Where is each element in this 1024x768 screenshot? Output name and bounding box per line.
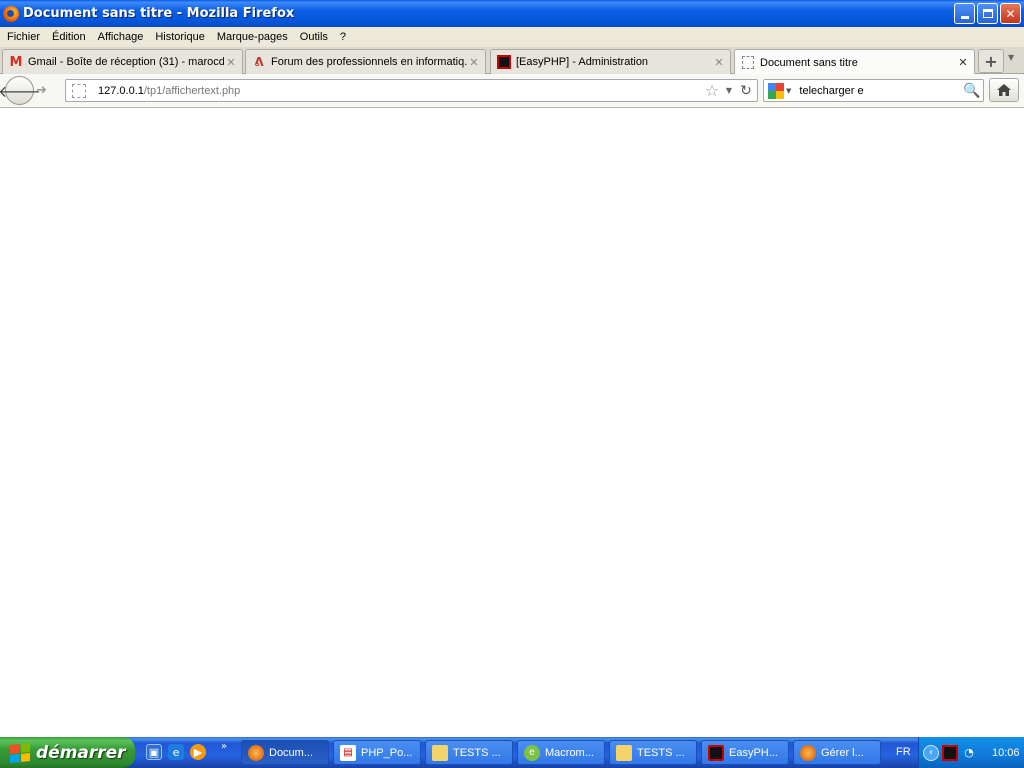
window-controls: ✕ xyxy=(954,3,1021,24)
navigation-toolbar: 🡐 ➜ 127.0.0.1/tp1/affichertext.php ☆ ▼ ↻… xyxy=(0,74,1024,108)
tab-label: [EasyPHP] - Administration xyxy=(516,56,649,68)
page-content[interactable] xyxy=(0,109,1024,737)
url-path: /tp1/affichertext.php xyxy=(143,84,241,97)
quick-launch-more-icon[interactable]: » xyxy=(221,741,227,752)
firefox-icon xyxy=(800,744,816,761)
tab-label: Gmail - Boîte de réception (31) - marocd… xyxy=(28,56,224,68)
close-tab-icon[interactable]: ✕ xyxy=(467,56,481,69)
window-title: Document sans titre - Mozilla Firefox xyxy=(23,6,295,21)
home-icon xyxy=(997,84,1011,96)
task-label: TESTS ... xyxy=(637,746,685,759)
task-easyphp[interactable]: EasyPH... xyxy=(701,740,789,765)
list-all-tabs-icon[interactable]: ▼ xyxy=(1008,53,1014,62)
menu-affichage[interactable]: Affichage xyxy=(93,31,149,43)
search-engine-dropdown-icon[interactable]: ▼ xyxy=(786,87,791,95)
home-button[interactable] xyxy=(989,78,1019,102)
task-folder-tests-1[interactable]: TESTS ... xyxy=(425,740,513,765)
media-player-icon[interactable]: ▶ xyxy=(190,744,206,760)
minimize-icon xyxy=(960,16,969,19)
task-label: Macrom... xyxy=(545,746,594,759)
menu-marque-pages[interactable]: Marque-pages xyxy=(212,31,293,43)
close-tab-icon[interactable]: ✕ xyxy=(956,56,970,69)
tab-label: Forum des professionnels en informatiq..… xyxy=(271,56,467,68)
menu-outils[interactable]: Outils xyxy=(295,31,333,43)
folder-icon xyxy=(616,744,632,761)
back-button[interactable]: 🡐 xyxy=(0,76,41,105)
forward-button[interactable]: ➜ xyxy=(36,83,47,98)
search-input[interactable]: telecharger e xyxy=(799,85,961,97)
url-host: 127.0.0.1 xyxy=(98,84,144,97)
history-dropdown-icon[interactable]: ▼ xyxy=(723,86,735,95)
site-identity-icon[interactable] xyxy=(72,83,86,98)
folder-icon xyxy=(432,744,448,761)
tab-forum[interactable]: ᕕ Forum des professionnels en informatiq… xyxy=(245,49,486,74)
window-titlebar[interactable]: Document sans titre - Mozilla Firefox ✕ xyxy=(0,0,1024,27)
quick-launch: ▣ e ▶ xyxy=(146,744,206,760)
easyphp-icon xyxy=(708,744,724,761)
menu-edition[interactable]: Édition xyxy=(47,31,91,43)
start-label: démarrer xyxy=(36,742,126,763)
close-tab-icon[interactable]: ✕ xyxy=(224,56,238,69)
task-label: TESTS ... xyxy=(453,746,501,759)
task-pdf[interactable]: ▤ PHP_Po... xyxy=(333,740,421,765)
tab-label: Document sans titre xyxy=(760,56,858,69)
blank-page-icon xyxy=(740,55,756,71)
gmail-icon: M xyxy=(9,54,23,70)
network-icon[interactable]: ◔ xyxy=(961,745,977,761)
dreamweaver-icon: e xyxy=(524,744,540,761)
show-hidden-icons-icon[interactable]: ‹ xyxy=(923,744,939,761)
close-icon: ✕ xyxy=(1005,6,1016,21)
developpez-icon: ᕕ xyxy=(254,55,264,69)
menu-bar: Fichier Édition Affichage Historique Mar… xyxy=(0,27,1024,47)
show-desktop-icon[interactable]: ▣ xyxy=(146,744,162,760)
task-dreamweaver[interactable]: e Macrom... xyxy=(517,740,605,765)
pdf-icon: ▤ xyxy=(340,744,356,761)
firefox-icon xyxy=(248,744,264,761)
reload-icon[interactable]: ↻ xyxy=(735,83,757,99)
close-tab-icon[interactable]: ✕ xyxy=(712,56,726,69)
tab-gmail[interactable]: M Gmail - Boîte de réception (31) - maro… xyxy=(2,49,243,74)
task-label: PHP_Po... xyxy=(361,746,413,759)
bookmark-star-icon[interactable]: ☆ xyxy=(703,81,721,100)
system-tray: ‹ ◔ 10:06 xyxy=(918,737,1024,768)
tab-document[interactable]: Document sans titre ✕ xyxy=(734,49,975,75)
restore-button[interactable] xyxy=(977,3,998,24)
url-text[interactable]: 127.0.0.1/tp1/affichertext.php xyxy=(98,85,703,97)
search-icon[interactable]: 🔍 xyxy=(961,83,983,99)
new-tab-button[interactable]: + xyxy=(978,49,1004,73)
menu-help[interactable]: ? xyxy=(335,31,351,43)
task-folder-tests-2[interactable]: TESTS ... xyxy=(609,740,697,765)
windows-flag-icon xyxy=(10,742,30,763)
language-indicator[interactable]: FR xyxy=(896,746,911,758)
clock: 10:06 xyxy=(992,746,1020,759)
restore-icon xyxy=(982,9,993,18)
search-bar[interactable]: ▼ telecharger e 🔍 xyxy=(763,79,984,102)
task-label: Gérer l... xyxy=(821,746,864,759)
taskbar: démarrer ▣ e ▶ » Docum... ▤ PHP_Po... TE… xyxy=(0,737,1024,768)
easyphp-tray-icon[interactable] xyxy=(942,744,958,761)
url-bar[interactable]: 127.0.0.1/tp1/affichertext.php ☆ ▼ ↻ xyxy=(65,79,758,102)
firefox-icon xyxy=(3,5,19,22)
close-window-button[interactable]: ✕ xyxy=(1000,3,1021,24)
google-icon[interactable] xyxy=(768,82,784,99)
tab-easyphp[interactable]: [EasyPHP] - Administration ✕ xyxy=(490,49,731,74)
minimize-button[interactable] xyxy=(954,3,975,24)
task-label: Docum... xyxy=(269,746,314,759)
menu-fichier[interactable]: Fichier xyxy=(2,31,45,43)
plus-icon: + xyxy=(984,51,998,71)
task-firefox-document[interactable]: Docum... xyxy=(241,740,329,765)
back-arrow-icon: 🡐 xyxy=(0,81,41,101)
menu-historique[interactable]: Historique xyxy=(150,31,210,43)
easyphp-icon xyxy=(496,54,512,70)
tab-strip: M Gmail - Boîte de réception (31) - maro… xyxy=(0,47,1024,75)
internet-explorer-icon[interactable]: e xyxy=(168,744,184,760)
start-button[interactable]: démarrer xyxy=(0,737,135,768)
task-label: EasyPH... xyxy=(729,746,778,759)
task-firefox-manage[interactable]: Gérer l... xyxy=(793,740,881,765)
